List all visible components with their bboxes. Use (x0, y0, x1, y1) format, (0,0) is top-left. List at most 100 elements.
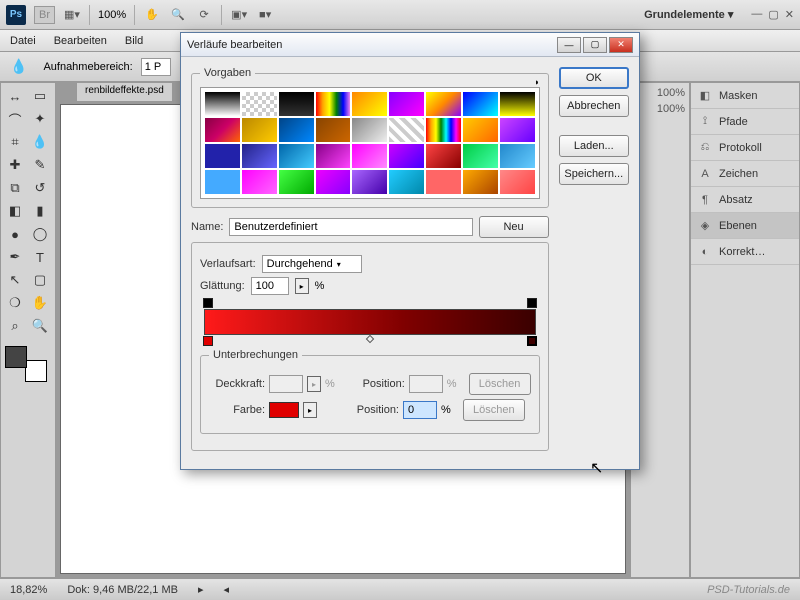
color-flyout-icon[interactable]: ▸ (303, 402, 317, 418)
dialog-minimize-icon[interactable]: — (557, 37, 581, 53)
preset-swatch[interactable] (242, 170, 277, 194)
blur-tool[interactable]: ● (3, 223, 27, 245)
preset-swatch[interactable] (463, 92, 498, 116)
close-icon[interactable]: ✕ (785, 8, 794, 21)
midpoint-handle[interactable] (366, 335, 374, 343)
preset-swatch[interactable] (316, 118, 351, 142)
preset-swatch[interactable] (316, 144, 351, 168)
preset-swatch[interactable] (352, 92, 387, 116)
eyedropper-tool[interactable]: 💧 (28, 131, 52, 153)
preset-swatch[interactable] (279, 118, 314, 142)
3d-tool[interactable]: ❍ (3, 292, 27, 314)
menu-bearbeiten[interactable]: Bearbeiten (54, 35, 107, 47)
preset-swatch[interactable] (242, 92, 277, 116)
panel-item[interactable]: ◈Ebenen (691, 213, 799, 239)
panel-item[interactable]: ⟟Pfade (691, 109, 799, 135)
dialog-close-icon[interactable]: ✕ (609, 37, 633, 53)
document-tab[interactable]: renbildeffekte.psd (76, 82, 173, 102)
preset-swatch[interactable] (352, 118, 387, 142)
dialog-maximize-icon[interactable]: ▢ (583, 37, 607, 53)
hand-tool[interactable]: ✋ (28, 292, 52, 314)
load-button[interactable]: Laden... (559, 135, 629, 157)
preset-swatch[interactable] (463, 170, 498, 194)
path-tool[interactable]: ↖ (3, 269, 27, 291)
preset-swatch[interactable] (389, 170, 424, 194)
hand-icon[interactable]: ✋ (143, 6, 161, 24)
zoom-level[interactable]: 100% (98, 9, 126, 21)
ok-button[interactable]: OK (559, 67, 629, 89)
preset-swatch[interactable] (205, 92, 240, 116)
zoom-tool[interactable]: 🔍 (28, 315, 52, 337)
preset-swatch[interactable] (205, 118, 240, 142)
preset-swatch[interactable] (389, 92, 424, 116)
gradient-preview[interactable] (204, 309, 536, 335)
preset-swatch[interactable] (279, 92, 314, 116)
pen-tool[interactable]: ✒ (3, 246, 27, 268)
frame-icon[interactable]: ▦▾ (63, 6, 81, 24)
eraser-tool[interactable]: ◧ (3, 200, 27, 222)
preset-swatch[interactable] (279, 170, 314, 194)
preset-swatch[interactable] (389, 118, 424, 142)
color-stop-left[interactable] (203, 336, 213, 346)
screen-mode-icon[interactable]: ▣▾ (230, 6, 248, 24)
preset-swatch[interactable] (205, 170, 240, 194)
arrange-icon[interactable]: ■▾ (256, 6, 274, 24)
history-brush-tool[interactable]: ↺ (28, 177, 52, 199)
menu-datei[interactable]: Datei (10, 35, 36, 47)
preset-swatch[interactable] (426, 92, 461, 116)
preset-swatch[interactable] (426, 170, 461, 194)
lasso-tool[interactable]: ⌒ (3, 108, 27, 130)
shape-tool[interactable]: ▢ (28, 269, 52, 291)
dialog-titlebar[interactable]: Verläufe bearbeiten — ▢ ✕ (181, 33, 639, 57)
preset-swatch[interactable] (426, 118, 461, 142)
color-position-input[interactable] (403, 401, 437, 419)
workspace-selector[interactable]: Grundelemente ▾ (644, 8, 733, 21)
brush-tool[interactable]: ✎ (28, 154, 52, 176)
panel-item[interactable]: ¶Absatz (691, 187, 799, 213)
smoothness-input[interactable] (251, 277, 289, 295)
heal-tool[interactable]: ✚ (3, 154, 27, 176)
opacity-stop-right[interactable] (527, 298, 537, 308)
stamp-tool[interactable]: ⧉ (3, 177, 27, 199)
bridge-badge[interactable]: Br (34, 6, 55, 24)
preset-swatch[interactable] (316, 170, 351, 194)
save-button[interactable]: Speichern... (559, 163, 629, 185)
rotate-icon[interactable]: ⟳ (195, 6, 213, 24)
color-stop-right[interactable] (527, 336, 537, 346)
type-tool[interactable]: T (28, 246, 52, 268)
preset-swatch[interactable] (500, 92, 535, 116)
marquee-tool[interactable]: ▭ (28, 85, 52, 107)
color-swatch[interactable] (269, 402, 299, 418)
preset-swatch[interactable] (389, 144, 424, 168)
zoom-icon[interactable]: 🔍 (169, 6, 187, 24)
maximize-icon[interactable]: ▢ (768, 8, 778, 21)
preset-swatch[interactable] (242, 144, 277, 168)
preset-swatch[interactable] (426, 144, 461, 168)
preset-swatch[interactable] (352, 170, 387, 194)
preset-swatch[interactable] (463, 144, 498, 168)
gradient-tool[interactable]: ▮ (28, 200, 52, 222)
minimize-icon[interactable]: — (751, 8, 762, 21)
opacity-stop-left[interactable] (203, 298, 213, 308)
new-button[interactable]: Neu (479, 216, 549, 238)
preset-swatch[interactable] (463, 118, 498, 142)
panel-item[interactable]: ◐Korrekt… (691, 239, 799, 265)
panel-item[interactable]: AZeichen (691, 161, 799, 187)
status-zoom[interactable]: 18,82% (10, 584, 47, 596)
type-combo[interactable]: Durchgehend (262, 255, 362, 273)
wand-tool[interactable]: ✦ (28, 108, 52, 130)
move-tool[interactable]: ↔ (3, 85, 27, 107)
sample-size-input[interactable] (141, 58, 171, 76)
preset-swatch[interactable] (316, 92, 351, 116)
preset-swatch[interactable] (500, 118, 535, 142)
dodge-tool[interactable]: ◯ (28, 223, 52, 245)
preset-swatch[interactable] (500, 170, 535, 194)
eyedropper-icon[interactable]: 💧 (10, 58, 27, 75)
crop-tool[interactable]: ⌗ (3, 131, 27, 153)
cancel-button[interactable]: Abbrechen (559, 95, 629, 117)
preset-swatch[interactable] (279, 144, 314, 168)
color-swatches[interactable] (3, 344, 49, 384)
menu-bild[interactable]: Bild (125, 35, 143, 47)
panel-item[interactable]: ◧Masken (691, 83, 799, 109)
name-input[interactable] (229, 218, 472, 236)
